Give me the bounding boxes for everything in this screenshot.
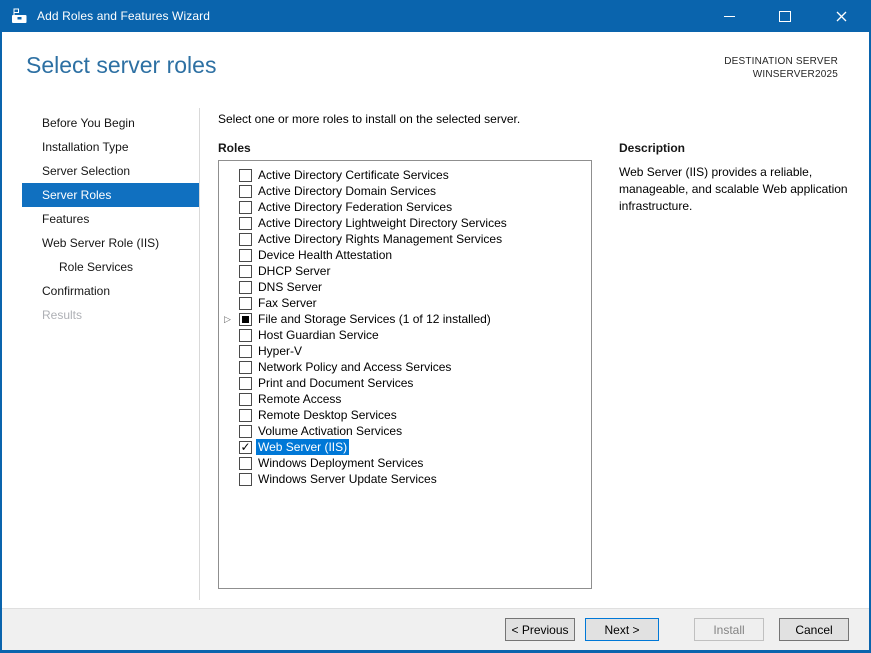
role-row-device-health-attestation[interactable]: Device Health Attestation: [219, 247, 591, 263]
role-label: Active Directory Federation Services: [258, 200, 452, 214]
instruction-text: Select one or more roles to install on t…: [218, 112, 520, 126]
minimize-icon: [724, 16, 735, 17]
sidebar-divider: [199, 108, 200, 600]
close-button[interactable]: [813, 0, 869, 32]
next-button[interactable]: Next >: [585, 618, 659, 641]
role-checkbox[interactable]: [239, 361, 252, 374]
close-icon: [836, 11, 847, 22]
role-checkbox[interactable]: [239, 249, 252, 262]
sidebar-item-web-server-role-iis[interactable]: Web Server Role (IIS): [22, 231, 199, 255]
role-label: DNS Server: [258, 280, 322, 294]
role-row-file-and-storage-services-1-of-12-installed[interactable]: ▷ File and Storage Services (1 of 12 ins…: [219, 311, 591, 327]
role-label: Windows Deployment Services: [258, 456, 423, 470]
destination-server-label: DESTINATION SERVER: [724, 55, 838, 68]
role-label: Web Server (IIS): [256, 439, 349, 455]
role-checkbox[interactable]: [239, 425, 252, 438]
server-manager-icon: [11, 8, 28, 24]
expand-icon[interactable]: ▷: [224, 311, 239, 327]
wizard-steps-nav: Before You BeginInstallation TypeServer …: [22, 111, 199, 327]
sidebar-item-before-you-begin[interactable]: Before You Begin: [22, 111, 199, 135]
sidebar-item-role-services[interactable]: Role Services: [22, 255, 199, 279]
wizard-window: Add Roles and Features Wizard Select ser…: [0, 0, 871, 653]
role-row-dns-server[interactable]: DNS Server: [219, 279, 591, 295]
role-row-active-directory-domain-services[interactable]: Active Directory Domain Services: [219, 183, 591, 199]
role-checkbox[interactable]: [239, 457, 252, 470]
role-label: Active Directory Domain Services: [258, 184, 436, 198]
role-checkbox[interactable]: [239, 281, 252, 294]
role-label: File and Storage Services (1 of 12 insta…: [258, 312, 491, 326]
roles-list-heading: Roles: [218, 141, 251, 155]
role-label: Hyper-V: [258, 344, 302, 358]
role-checkbox[interactable]: [239, 345, 252, 358]
role-row-remote-access[interactable]: Remote Access: [219, 391, 591, 407]
window-controls: [701, 0, 869, 32]
role-checkbox[interactable]: [239, 217, 252, 230]
role-row-active-directory-certificate-services[interactable]: Active Directory Certificate Services: [219, 167, 591, 183]
sidebar-item-features[interactable]: Features: [22, 207, 199, 231]
role-label: Windows Server Update Services: [258, 472, 437, 486]
sidebar-item-server-selection[interactable]: Server Selection: [22, 159, 199, 183]
role-row-fax-server[interactable]: Fax Server: [219, 295, 591, 311]
minimize-button[interactable]: [701, 0, 757, 32]
sidebar-item-results: Results: [22, 303, 199, 327]
role-label: Print and Document Services: [258, 376, 413, 390]
role-label: Volume Activation Services: [258, 424, 402, 438]
role-row-active-directory-rights-management-services[interactable]: Active Directory Rights Management Servi…: [219, 231, 591, 247]
role-row-remote-desktop-services[interactable]: Remote Desktop Services: [219, 407, 591, 423]
destination-server-block: DESTINATION SERVER WINSERVER2025: [724, 55, 838, 81]
role-checkbox[interactable]: [239, 409, 252, 422]
cancel-button[interactable]: Cancel: [779, 618, 849, 641]
role-checkbox[interactable]: ✓: [239, 441, 252, 454]
sidebar-item-server-roles[interactable]: Server Roles: [22, 183, 199, 207]
maximize-icon: [779, 11, 791, 22]
role-row-windows-deployment-services[interactable]: Windows Deployment Services: [219, 455, 591, 471]
page-title: Select server roles: [26, 52, 216, 79]
role-row-active-directory-federation-services[interactable]: Active Directory Federation Services: [219, 199, 591, 215]
role-label: Fax Server: [258, 296, 317, 310]
role-label: Remote Access: [258, 392, 341, 406]
role-checkbox[interactable]: [239, 201, 252, 214]
window-title: Add Roles and Features Wizard: [37, 9, 210, 23]
role-checkbox[interactable]: [239, 473, 252, 486]
role-label: Remote Desktop Services: [258, 408, 397, 422]
role-label: Device Health Attestation: [258, 248, 392, 262]
role-label: Host Guardian Service: [258, 328, 379, 342]
role-row-web-server-iis[interactable]: ✓ Web Server (IIS): [219, 439, 591, 455]
role-row-host-guardian-service[interactable]: Host Guardian Service: [219, 327, 591, 343]
role-checkbox[interactable]: [239, 233, 252, 246]
role-checkbox[interactable]: [239, 297, 252, 310]
previous-button[interactable]: < Previous: [505, 618, 575, 641]
maximize-button[interactable]: [757, 0, 813, 32]
destination-server-name: WINSERVER2025: [724, 68, 838, 81]
role-row-windows-server-update-services[interactable]: Windows Server Update Services: [219, 471, 591, 487]
role-row-print-and-document-services[interactable]: Print and Document Services: [219, 375, 591, 391]
sidebar-item-confirmation[interactable]: Confirmation: [22, 279, 199, 303]
role-row-volume-activation-services[interactable]: Volume Activation Services: [219, 423, 591, 439]
role-checkbox[interactable]: [239, 377, 252, 390]
role-row-hyper-v[interactable]: Hyper-V: [219, 343, 591, 359]
description-heading: Description: [619, 141, 685, 155]
role-checkbox[interactable]: [239, 393, 252, 406]
role-checkbox[interactable]: [239, 329, 252, 342]
titlebar[interactable]: Add Roles and Features Wizard: [2, 0, 869, 32]
role-row-network-policy-and-access-services[interactable]: Network Policy and Access Services: [219, 359, 591, 375]
role-label: Active Directory Lightweight Directory S…: [258, 216, 507, 230]
role-checkbox[interactable]: [239, 265, 252, 278]
role-label: Active Directory Rights Management Servi…: [258, 232, 502, 246]
description-text: Web Server (IIS) provides a reliable, ma…: [619, 164, 862, 215]
install-button: Install: [694, 618, 764, 641]
role-checkbox[interactable]: [239, 169, 252, 182]
role-checkbox[interactable]: [239, 313, 252, 326]
role-row-dhcp-server[interactable]: DHCP Server: [219, 263, 591, 279]
role-row-active-directory-lightweight-directory-services[interactable]: Active Directory Lightweight Directory S…: [219, 215, 591, 231]
sidebar-item-installation-type[interactable]: Installation Type: [22, 135, 199, 159]
role-checkbox[interactable]: [239, 185, 252, 198]
roles-listbox[interactable]: Active Directory Certificate Services Ac…: [218, 160, 592, 589]
role-label: Network Policy and Access Services: [258, 360, 451, 374]
wizard-footer: < Previous Next > Install Cancel: [2, 608, 869, 650]
role-label: Active Directory Certificate Services: [258, 168, 449, 182]
role-label: DHCP Server: [258, 264, 330, 278]
